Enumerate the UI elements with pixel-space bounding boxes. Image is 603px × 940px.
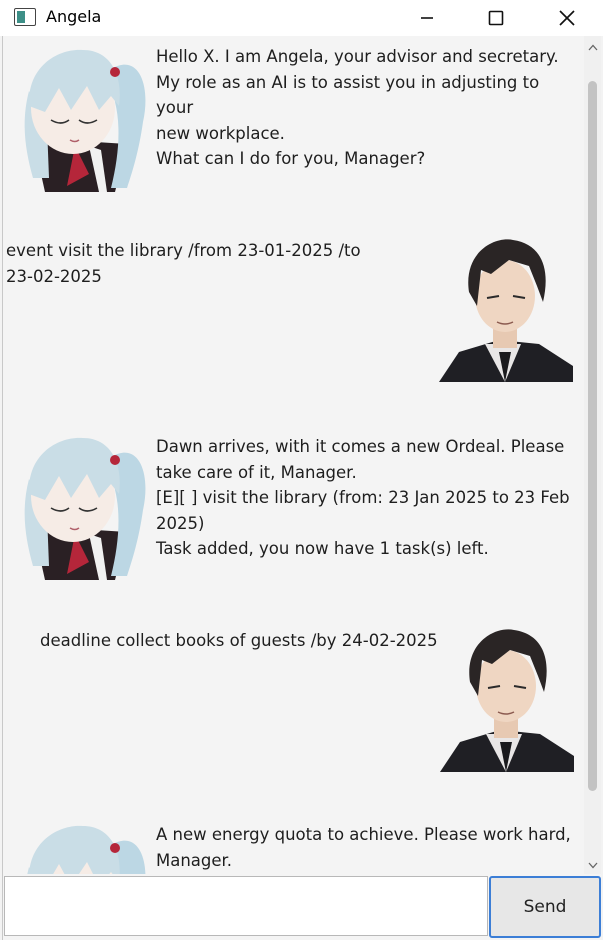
window-title: Angela — [46, 7, 102, 26]
dialog-container[interactable]: Hello X. I am Angela, your advisor and s… — [3, 36, 583, 874]
app-window: Hello X. I am Angela, your advisor and s… — [2, 36, 601, 940]
minimize-button[interactable] — [404, 0, 450, 36]
scrollbar-thumb[interactable] — [588, 81, 597, 791]
message-input[interactable] — [4, 876, 488, 936]
input-bar: Send — [3, 874, 601, 940]
dialog-box-angela: Hello X. I am Angela, your advisor and s… — [3, 44, 583, 194]
maximize-icon — [488, 10, 504, 26]
angela-avatar — [15, 434, 149, 580]
scroll-up-icon[interactable] — [588, 42, 598, 52]
message-text: Dawn arrives, with it comes a new Ordeal… — [156, 437, 570, 558]
close-button[interactable] — [544, 0, 590, 36]
message-text: A new energy quota to achieve. Please wo… — [156, 825, 571, 870]
send-button[interactable]: Send — [489, 876, 601, 938]
dialog-box-user: deadline collect books of guests /by 24-… — [3, 626, 583, 776]
message-text: event visit the library /from 23-01-2025… — [6, 241, 361, 286]
app-icon — [14, 8, 36, 26]
vertical-scrollbar[interactable] — [584, 36, 601, 874]
manager-avatar — [439, 236, 573, 382]
dialog-box-angela: A new energy quota to achieve. Please wo… — [3, 822, 583, 874]
manager-avatar — [440, 626, 574, 772]
dialog-box-angela: Dawn arrives, with it comes a new Ordeal… — [3, 434, 583, 584]
scroll-down-icon[interactable] — [588, 860, 598, 870]
angela-avatar — [15, 822, 149, 874]
angela-avatar — [15, 46, 149, 192]
close-icon — [559, 10, 575, 26]
message-text: Hello X. I am Angela, your advisor and s… — [156, 47, 559, 168]
minimize-icon — [421, 17, 433, 19]
dialog-box-user: event visit the library /from 23-01-2025… — [3, 236, 583, 386]
maximize-button[interactable] — [473, 0, 519, 36]
title-bar: Angela — [0, 0, 603, 36]
message-text: deadline collect books of guests /by 24-… — [40, 631, 438, 650]
